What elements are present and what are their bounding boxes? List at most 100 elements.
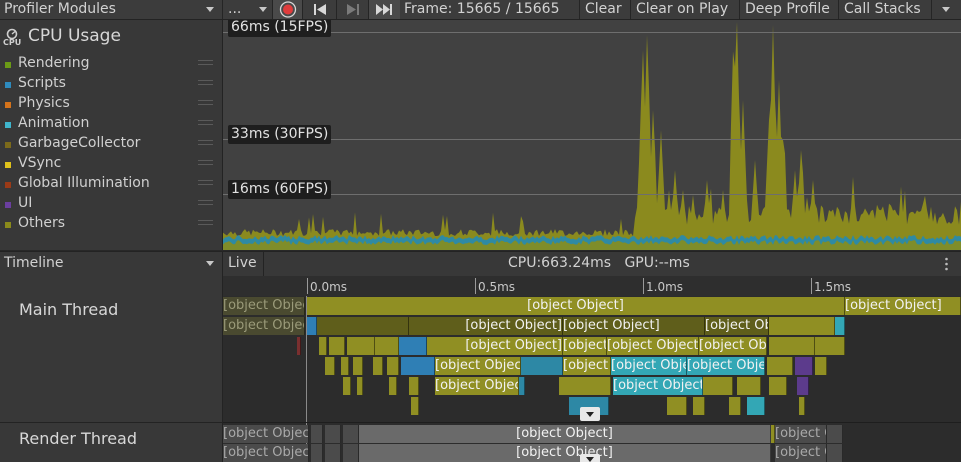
expand-thread-button[interactable] — [580, 407, 600, 421]
profiler-sample-bar[interactable] — [769, 377, 787, 395]
profiler-sample-bar[interactable] — [799, 397, 805, 415]
profiler-sample-bar[interactable] — [297, 337, 301, 355]
current-frame-button[interactable] — [368, 0, 400, 19]
legend-item[interactable]: Scripts — [0, 74, 222, 94]
record-button[interactable] — [272, 0, 302, 19]
profiler-sample[interactable]: [object Object] — [223, 425, 309, 443]
profiler-sample[interactable]: [object Object] — [223, 444, 309, 462]
profiler-sample-bar[interactable] — [693, 397, 705, 415]
profiler-sample-bar[interactable] — [357, 377, 363, 395]
profiler-sample[interactable]: [object Object] — [705, 317, 769, 335]
previous-frame-button[interactable] — [302, 0, 336, 19]
legend-item[interactable]: UI — [0, 194, 222, 214]
drag-handle-icon[interactable] — [198, 180, 213, 181]
drag-handle-icon[interactable] — [198, 100, 213, 101]
profiler-modules-dropdown[interactable]: Profiler Modules — [4, 0, 116, 19]
profiler-sample-bar[interactable] — [401, 357, 435, 375]
drag-handle-icon[interactable] — [198, 140, 213, 141]
profiler-sample-bar[interactable] — [317, 317, 409, 335]
profiler-sample-bar[interactable] — [343, 425, 359, 443]
profiler-sample-bar[interactable] — [325, 357, 335, 375]
profiler-sample-bar[interactable] — [325, 425, 341, 443]
profiler-sample[interactable]: [object Object] — [359, 425, 771, 443]
profiler-sample-bar[interactable] — [729, 397, 741, 415]
drag-handle-icon[interactable] — [198, 120, 213, 121]
drag-handle-icon[interactable] — [198, 80, 213, 81]
profiler-sample-bar[interactable] — [827, 444, 843, 462]
profiler-sample-bar[interactable] — [329, 337, 345, 355]
profiler-sample[interactable]: [object Object] — [687, 357, 765, 375]
profiler-sample-bar[interactable] — [319, 337, 327, 355]
profiler-sample-bar[interactable] — [737, 377, 761, 395]
profiler-sample-bar[interactable] — [325, 444, 341, 462]
profiler-sample-bar[interactable] — [519, 377, 525, 395]
profiler-sample[interactable]: [object Object] — [613, 377, 703, 395]
profiler-sample-bar[interactable] — [311, 425, 323, 443]
profiler-sample-bar[interactable] — [411, 397, 419, 415]
profiler-sample[interactable]: [object Object] — [775, 444, 827, 462]
profiler-sample-bar[interactable] — [667, 397, 687, 415]
profiler-sample-bar[interactable] — [703, 377, 733, 395]
clear-on-play-button[interactable]: Clear on Play — [630, 0, 733, 19]
profiler-sample-bar[interactable] — [375, 337, 399, 355]
clear-button[interactable]: Clear — [579, 0, 627, 19]
profiler-sample-bar[interactable] — [347, 337, 375, 355]
view-mode-dropdown[interactable]: Timeline — [0, 252, 223, 276]
profiler-sample-bar[interactable] — [311, 444, 323, 462]
legend-item[interactable]: Others — [0, 214, 222, 234]
profiler-sample-bar[interactable] — [389, 377, 397, 395]
legend-item[interactable]: VSync — [0, 154, 222, 174]
profiler-sample[interactable]: [object Object] — [435, 357, 521, 375]
profiler-sample[interactable]: [object Object] — [223, 297, 305, 315]
profiler-sample-bar[interactable] — [769, 337, 815, 355]
profiler-sample-bar[interactable] — [409, 377, 419, 395]
cpu-usage-chart[interactable]: 66ms (15FPS) 33ms (30FPS) 16ms (60FPS) — [223, 20, 961, 250]
profiler-sample-bar[interactable] — [559, 377, 611, 395]
profiler-sample-bar[interactable] — [373, 357, 383, 375]
profiler-sample-bar[interactable] — [797, 377, 809, 395]
profiler-sample-bar[interactable] — [815, 357, 827, 375]
profiler-sample-bar[interactable] — [343, 444, 359, 462]
profiler-sample-bar[interactable] — [767, 357, 793, 375]
main-thread-label[interactable]: Main Thread — [19, 300, 118, 319]
cpu-module-panel[interactable]: CPU CPU Usage Rendering Scripts Physics Ani… — [0, 20, 223, 250]
profiler-sample[interactable]: [object Object] — [435, 377, 519, 395]
profiler-sample-bar[interactable] — [307, 317, 317, 335]
render-thread-label[interactable]: Render Thread — [19, 429, 137, 448]
expand-render-thread-button[interactable] — [580, 454, 600, 462]
profiler-sample[interactable]: [object Object] — [223, 317, 305, 335]
drag-handle-icon[interactable] — [198, 220, 213, 221]
profiler-mode-dropdown[interactable]: ... — [222, 0, 272, 19]
timeline-view[interactable]: 0.0ms 0.5ms 1.0ms 1.5ms [object Object][… — [223, 276, 961, 462]
profiler-sample-bar[interactable] — [343, 377, 351, 395]
legend-item[interactable]: Rendering — [0, 54, 222, 74]
profiler-sample-bar[interactable] — [827, 425, 843, 443]
call-stacks-dropdown[interactable] — [931, 0, 961, 19]
drag-handle-icon[interactable] — [198, 200, 213, 201]
profiler-sample-bar[interactable] — [769, 317, 835, 335]
legend-item[interactable]: Animation — [0, 114, 222, 134]
more-options-icon[interactable] — [945, 256, 948, 272]
profiler-sample[interactable]: [object Object] — [307, 297, 845, 315]
profiler-sample[interactable]: [object Object] — [775, 425, 827, 443]
legend-item[interactable]: Physics — [0, 94, 222, 114]
profiler-sample[interactable]: [object Object] — [409, 317, 563, 335]
profiler-sample[interactable]: [object Object] — [699, 337, 767, 355]
profiler-sample[interactable]: [object Object] — [427, 337, 563, 355]
profiler-sample[interactable]: [object Object] — [563, 317, 705, 335]
legend-item[interactable]: Global Illumination — [0, 174, 222, 194]
next-frame-button[interactable] — [336, 0, 368, 19]
profiler-sample-bar[interactable] — [353, 357, 363, 375]
live-button[interactable]: Live — [223, 252, 264, 276]
legend-item[interactable]: GarbageCollector — [0, 134, 222, 154]
profiler-sample[interactable]: [object Object] — [845, 297, 961, 315]
profiler-sample-bar[interactable] — [341, 357, 349, 375]
profiler-sample-bar[interactable] — [795, 357, 813, 375]
call-stacks-button[interactable]: Call Stacks — [838, 0, 931, 19]
profiler-sample-bar[interactable] — [387, 357, 399, 375]
profiler-sample[interactable]: [object Object] — [359, 444, 771, 462]
deep-profile-button[interactable]: Deep Profile — [739, 0, 835, 19]
profiler-sample-bar[interactable] — [521, 357, 563, 375]
drag-handle-icon[interactable] — [198, 160, 213, 161]
profiler-sample-bar[interactable] — [399, 337, 427, 355]
